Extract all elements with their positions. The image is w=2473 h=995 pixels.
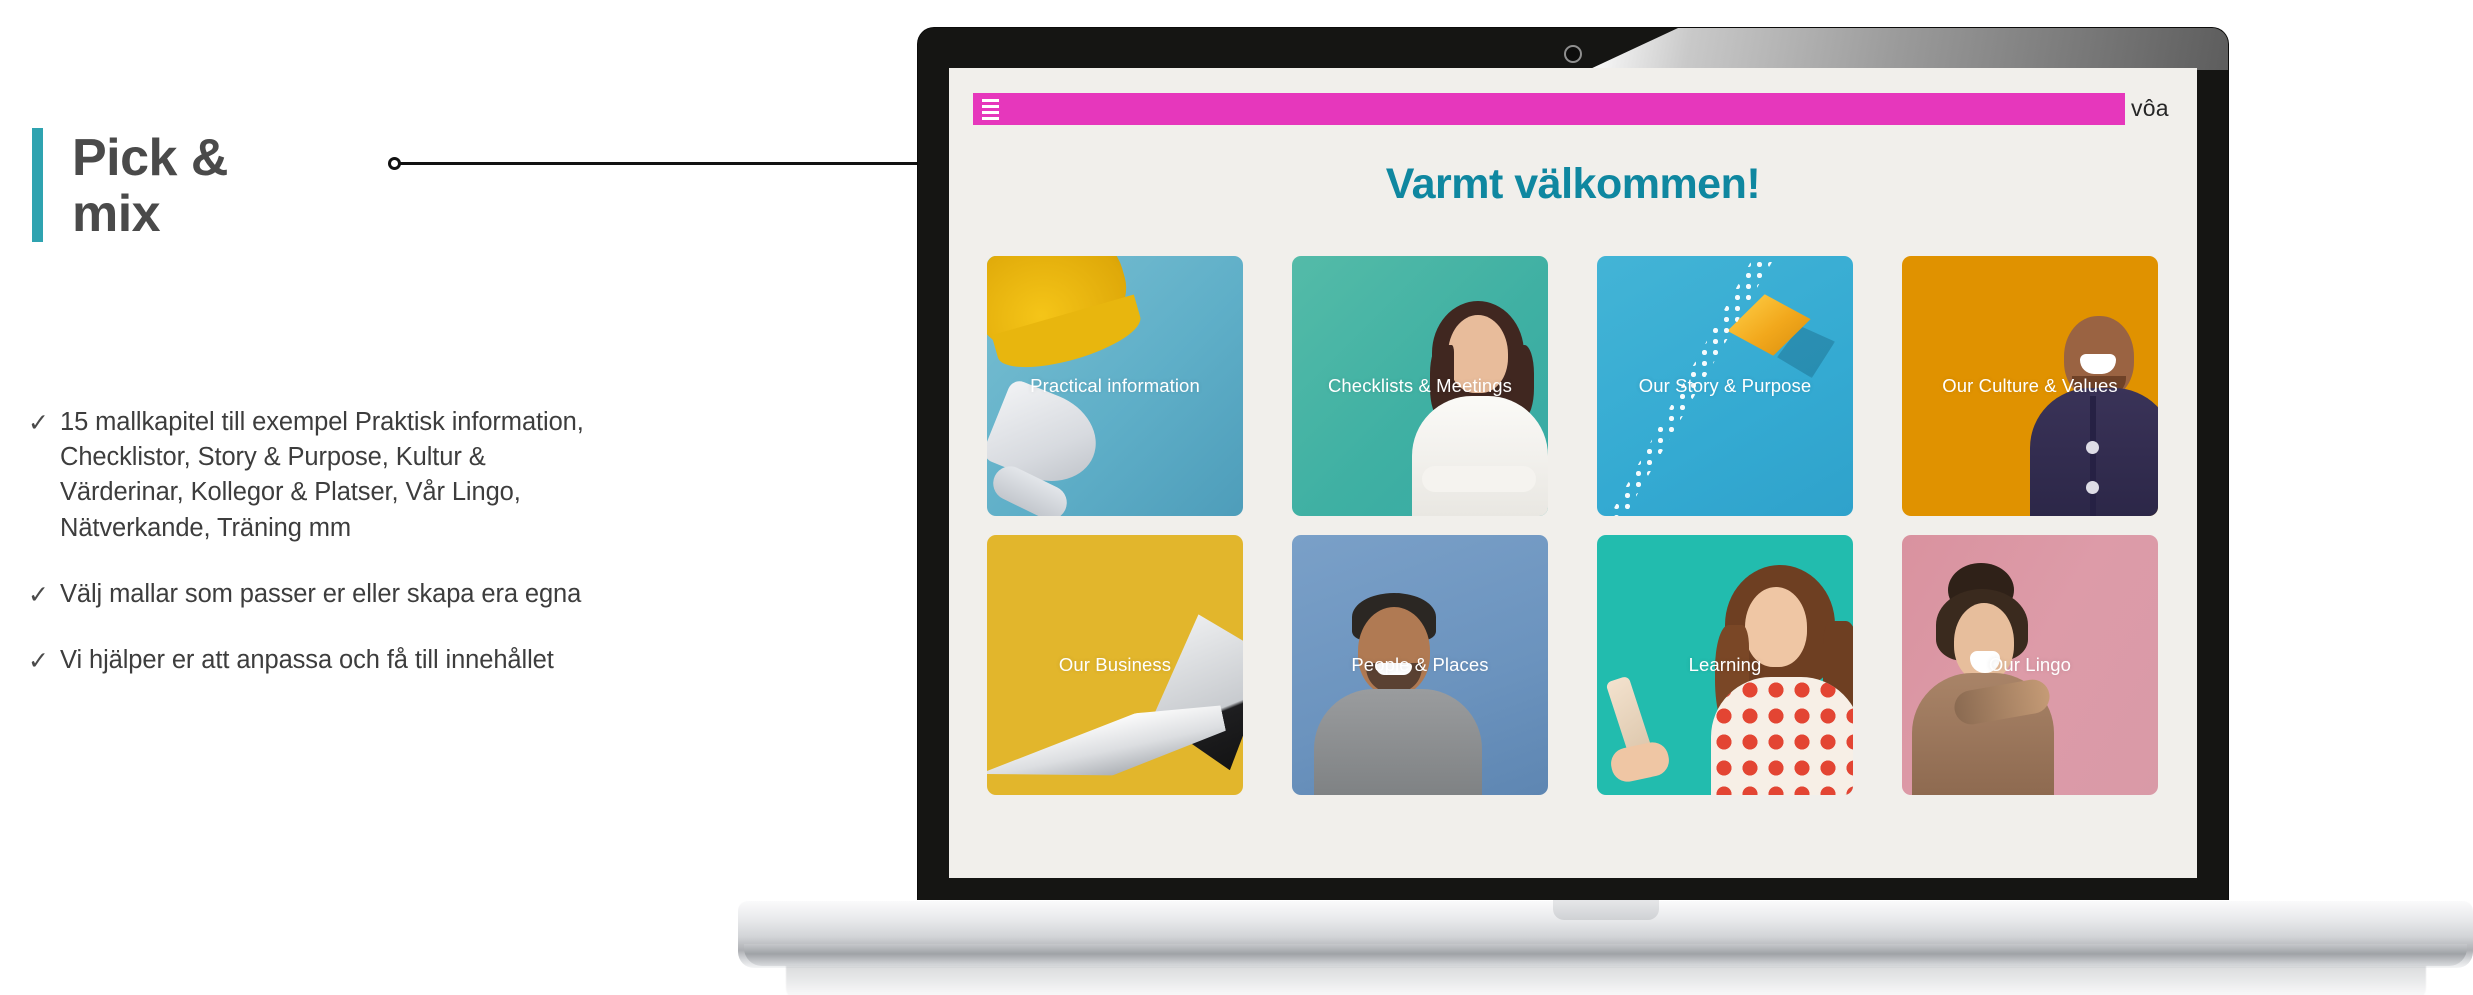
welcome-heading: Varmt välkommen!: [1385, 160, 1761, 208]
laptop-reflection: [786, 966, 2426, 995]
browser-screen: vôa Varmt välkommen! Practical informati…: [949, 68, 2197, 878]
tile-grid: Practical information Checklists & Meeti…: [987, 256, 2159, 795]
laptop-mockup: vôa Varmt välkommen! Practical informati…: [738, 28, 2473, 995]
list-item-label: 15 mallkapitel till exempel Praktisk inf…: [60, 408, 584, 542]
lid-highlight: [1588, 28, 2228, 70]
laptop-base-edge: [744, 944, 2467, 966]
hamburger-icon[interactable]: [982, 98, 999, 120]
tile-label: Practical information: [1030, 375, 1200, 396]
laptop-base: [738, 900, 2473, 968]
tile-label: People & Places: [1351, 654, 1489, 675]
check-icon: ✓: [28, 580, 49, 609]
list-item-label: Vi hjälper er att anpassa och få till in…: [60, 646, 554, 675]
tile-our-culture-values[interactable]: Our Culture & Values: [1902, 256, 2158, 516]
slide-canvas: Pick & mix ✓ 15 mallkapitel till exempel…: [0, 0, 2473, 995]
brand-logo[interactable]: vôa: [2131, 97, 2169, 120]
laptop-lid: vôa Varmt välkommen! Practical informati…: [918, 28, 2228, 910]
tile-learning[interactable]: Learning: [1597, 535, 1853, 795]
tile-our-lingo[interactable]: Our Lingo: [1902, 535, 2158, 795]
check-icon: ✓: [28, 409, 49, 437]
tile-our-story-purpose[interactable]: Our Story & Purpose: [1597, 256, 1853, 516]
tile-checklists-meetings[interactable]: Checklists & Meetings: [1292, 256, 1548, 516]
laptop-base-notch: [1552, 900, 1659, 920]
tile-practical-information[interactable]: Practical information: [987, 256, 1243, 516]
check-icon: ✓: [28, 647, 49, 676]
list-item-label: Välj mallar som passer er eller skapa er…: [60, 579, 582, 608]
tile-people-places[interactable]: People & Places: [1292, 535, 1548, 795]
site-header-bar: [973, 93, 2125, 125]
tile-label: Our Business: [1058, 654, 1172, 675]
page-title: Pick & mix: [72, 129, 228, 244]
title-accent-bar: [32, 128, 43, 243]
tile-label: Our Lingo: [1988, 654, 2072, 675]
tile-label: Learning: [1688, 654, 1762, 675]
tile-label: Checklists & Meetings: [1327, 375, 1513, 396]
tile-our-business[interactable]: Our Business: [987, 535, 1243, 795]
tile-label: Our Culture & Values: [1942, 375, 2118, 396]
webcam-icon: [1564, 45, 1582, 63]
slide-title-block: Pick & mix: [32, 128, 228, 242]
tile-label: Our Story & Purpose: [1638, 375, 1812, 396]
